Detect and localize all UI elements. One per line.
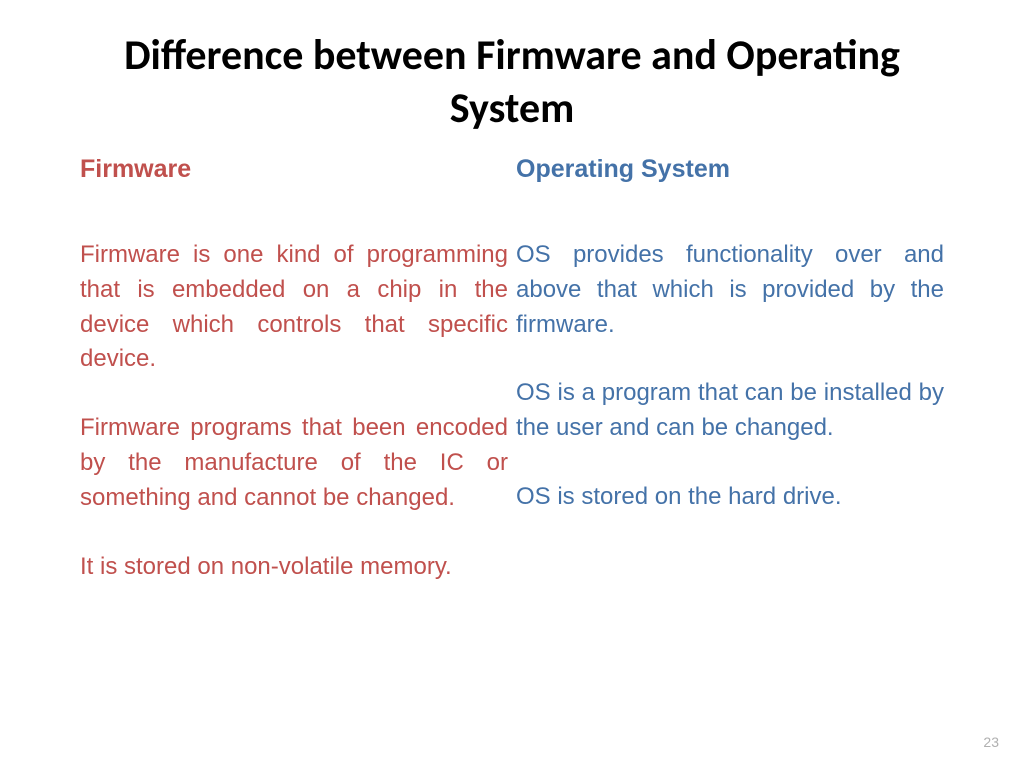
- os-column: Operating System OS provides functionali…: [516, 155, 944, 618]
- firmware-column: Firmware Firmware is one kind of program…: [80, 155, 508, 618]
- slide: Difference between Firmware and Operatin…: [0, 0, 1024, 768]
- os-paragraph-3: OS is stored on the hard drive.: [516, 480, 944, 515]
- firmware-paragraph-1: Firmware is one kind of programming that…: [80, 238, 508, 377]
- os-paragraph-2: OS is a program that can be installed by…: [516, 376, 944, 446]
- page-number: 23: [983, 734, 999, 750]
- firmware-heading: Firmware: [80, 155, 508, 184]
- firmware-paragraph-3: It is stored on non-volatile memory.: [80, 550, 508, 585]
- slide-title: Difference between Firmware and Operatin…: [80, 30, 944, 135]
- comparison-columns: Firmware Firmware is one kind of program…: [80, 155, 944, 618]
- firmware-paragraph-2: Firmware programs that been encoded by t…: [80, 411, 508, 515]
- os-paragraph-1: OS provides functionality over and above…: [516, 238, 944, 342]
- os-heading: Operating System: [516, 155, 944, 184]
